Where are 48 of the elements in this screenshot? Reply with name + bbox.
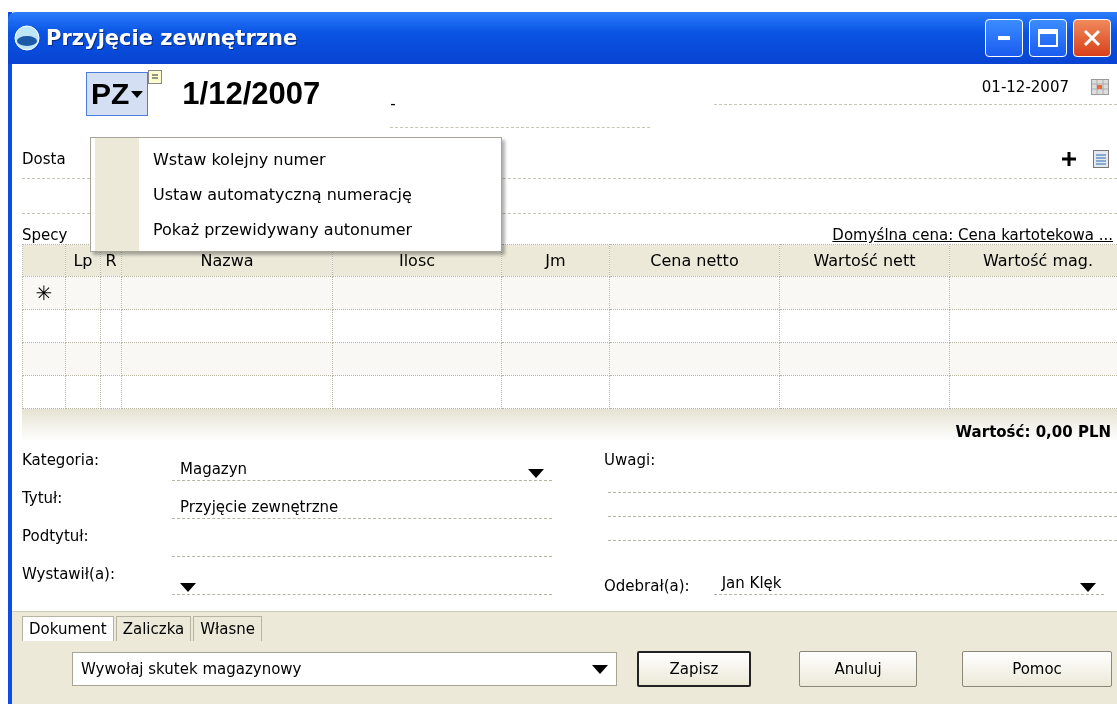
date-field[interactable]: 01-12-2007: [981, 78, 1069, 96]
app-logo-icon: [14, 25, 40, 51]
maximize-icon: [1038, 29, 1058, 47]
field-label: Uwagi:: [604, 451, 657, 469]
dropdown-arrow-icon[interactable]: [180, 583, 196, 592]
menu-item[interactable]: Ustaw automatyczną numerację: [135, 177, 413, 212]
minimize-button[interactable]: [985, 19, 1023, 57]
field-label: Odebrał(a):: [604, 577, 690, 595]
column-header[interactable]: Jm: [501, 244, 610, 277]
column-header[interactable]: Wartość mag.: [949, 244, 1117, 277]
dropdown-arrow-icon[interactable]: [1079, 583, 1096, 592]
window-title: Przyjęcie zewnętrzne: [46, 26, 299, 50]
field-label: Wystawił(a):: [22, 565, 116, 583]
field-label: Kategoria:: [22, 451, 101, 469]
tab[interactable]: Dokument: [22, 616, 114, 641]
dropdown-arrow-icon[interactable]: [528, 469, 544, 478]
field-label: Podtytuł:: [22, 527, 90, 545]
column-header[interactable]: Wartość nett: [779, 244, 950, 277]
dropdown-field[interactable]: Wywołaj skutek magazynowy: [72, 652, 617, 686]
maximize-button[interactable]: [1029, 19, 1067, 57]
close-button[interactable]: [1073, 19, 1111, 57]
text-field[interactable]: Przyjęcie zewnętrzne: [172, 489, 552, 519]
total-value: Wartość: 0,00 PLN: [955, 423, 1111, 441]
number-suffix-field[interactable]: -: [390, 95, 651, 128]
new-row-marker: ✳: [22, 276, 66, 310]
default-price-link[interactable]: Domyślna cena: Cena kartotekowa ...: [832, 226, 1113, 244]
section-label: Specy: [22, 226, 68, 244]
dropdown-arrow-icon[interactable]: [592, 664, 608, 674]
note-icon[interactable]: [148, 70, 163, 84]
field-label: Tytuł:: [22, 489, 64, 507]
dialog-button[interactable]: Anuluj: [799, 651, 917, 687]
dialog-button[interactable]: Pomoc: [962, 651, 1112, 687]
menu-item[interactable]: Wstaw kolejny numer: [135, 142, 413, 177]
dropdown-field[interactable]: Magazyn: [172, 451, 552, 481]
dropdown-field[interactable]: Jan Klęk: [713, 565, 1104, 595]
minimize-icon: [998, 36, 1010, 40]
tab[interactable]: Zaliczka: [115, 616, 192, 641]
column-header[interactable]: Cena netto: [609, 244, 780, 277]
plus-icon[interactable]: [1061, 151, 1077, 167]
dialog-button[interactable]: Zapisz: [637, 651, 751, 687]
document-type-button[interactable]: PZ: [86, 72, 149, 116]
caret-icon: [131, 90, 144, 98]
list-icon[interactable]: [1093, 150, 1109, 168]
menu-item[interactable]: Pokaż przewidywany autonumer: [135, 212, 413, 247]
field-label: Dosta: [22, 150, 66, 168]
tab[interactable]: Własne: [193, 616, 263, 641]
document-number: 1/12/2007: [182, 76, 321, 112]
close-icon: [1083, 29, 1101, 47]
